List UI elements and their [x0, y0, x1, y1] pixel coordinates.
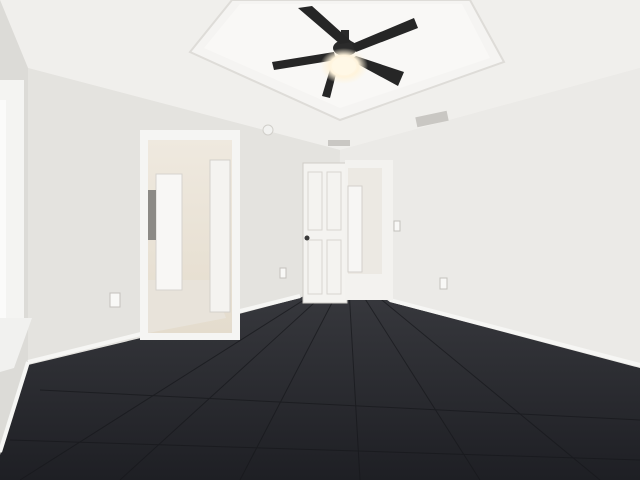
- bathroom-door-far[interactable]: [155, 173, 183, 291]
- bathroom-door-open[interactable]: [209, 159, 231, 313]
- power-outlet-icon-3: [439, 277, 448, 290]
- center-door[interactable]: [302, 162, 348, 304]
- air-vent-icon-2: [328, 140, 350, 146]
- light-switch-icon: [393, 220, 401, 232]
- window-pane: [0, 100, 6, 325]
- power-outlet-icon-2: [279, 267, 287, 279]
- shower-fixture: [148, 190, 156, 240]
- hall-door-far[interactable]: [347, 185, 363, 273]
- smoke-detector-icon: [262, 124, 274, 136]
- power-outlet-icon: [109, 292, 121, 308]
- door-knob[interactable]: [304, 235, 310, 241]
- room-photo-scene: [0, 0, 640, 480]
